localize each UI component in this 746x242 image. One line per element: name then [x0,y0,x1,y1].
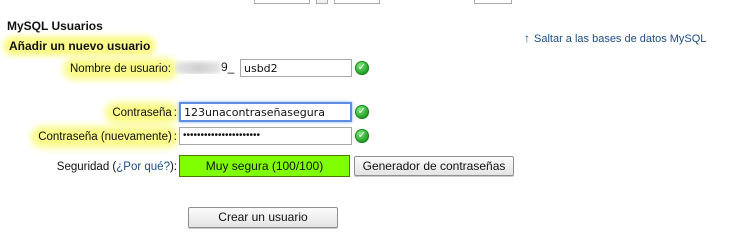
password-confirm-label-text: Contraseña (nuevamente) [36,131,174,143]
why-link[interactable]: ¿Por qué? [116,161,170,173]
password-label-text: Contraseña [110,107,174,119]
username-label-text: Nombre de usuario: [68,63,173,75]
check-circle-icon: ✓ [355,105,369,119]
username-label: Nombre de usuario: [40,62,173,76]
section-title: Añadir un nuevo usuario [6,38,154,54]
check-circle-icon: ✓ [355,61,369,75]
check-circle-icon: ✓ [355,129,369,143]
section-title-text: Añadir un nuevo usuario [6,39,154,53]
password-strength-meter: Muy segura (100/100) [179,155,350,177]
username-prefix: 9_ [175,60,237,74]
username-prefix-tail: 9_ [221,60,235,74]
password-confirm-label: Contraseña (nuevamente): [36,131,177,143]
security-label-start: Seguridad ( [56,161,117,173]
jump-link-text: Saltar a las bases de datos MySQL [534,33,707,45]
password-input[interactable] [179,102,352,122]
security-label-end: ): [169,161,177,173]
username-input[interactable] [240,59,352,77]
page-title: MySQL Usuarios [7,19,103,33]
arrow-up-icon: ↑ [524,31,530,45]
top-partial-input[interactable] [254,0,310,4]
top-partial-input[interactable] [474,0,512,4]
top-partial-input[interactable] [334,0,380,4]
create-user-button[interactable]: Crear un usuario [188,207,338,228]
jump-to-databases-link[interactable]: ↑ Saltar a las bases de datos MySQL [524,31,706,46]
password-confirm-input[interactable]: •••••••••••••••••••••• [179,127,352,145]
security-label: Seguridad (¿Por qué?): [30,160,177,174]
top-partial-button[interactable] [316,0,328,4]
username-prefix-blurred [175,61,221,74]
password-label: Contraseña: [110,107,177,119]
password-generator-button[interactable]: Generador de contraseñas [354,156,514,176]
